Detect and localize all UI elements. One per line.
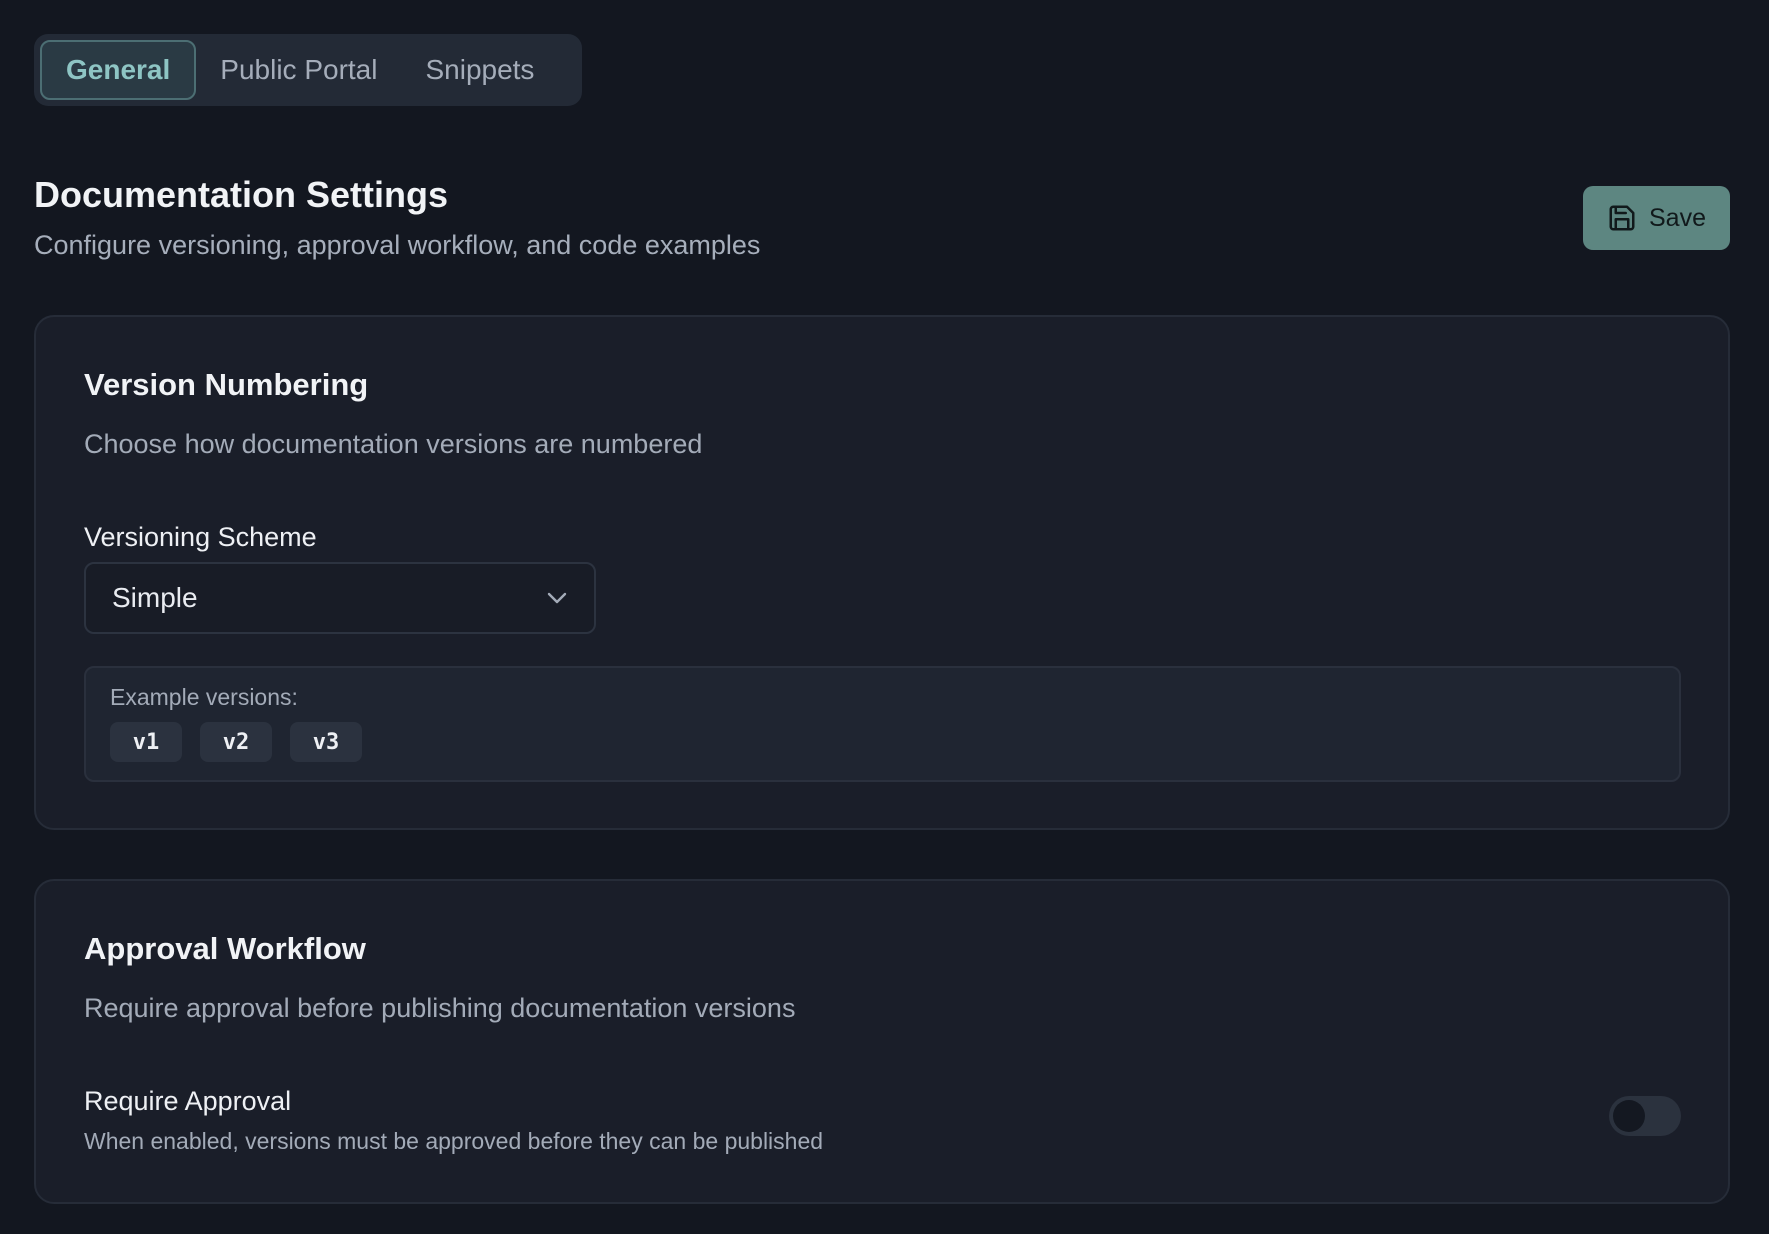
approval-workflow-card: Approval Workflow Require approval befor… [34, 879, 1730, 1204]
page-subtitle: Configure versioning, approval workflow,… [34, 230, 761, 260]
version-badge: v3 [290, 722, 362, 762]
tab-general[interactable]: General [40, 40, 197, 100]
toggle-knob [1613, 1100, 1645, 1132]
approval-workflow-title: Approval Workflow [84, 931, 366, 966]
tab-public-portal[interactable]: Public Portal [196, 40, 401, 100]
example-versions-list: v1 v2 v3 [110, 722, 362, 762]
save-button[interactable]: Save [1583, 186, 1730, 250]
version-numbering-title: Version Numbering [84, 367, 369, 402]
require-approval-hint: When enabled, versions must be approved … [84, 1128, 824, 1154]
page-title: Documentation Settings [34, 174, 449, 215]
save-button-label: Save [1649, 203, 1706, 232]
chevron-down-icon [546, 591, 568, 605]
tab-snippets[interactable]: Snippets [401, 40, 558, 100]
versioning-scheme-label: Versioning Scheme [84, 522, 317, 552]
versioning-scheme-value: Simple [112, 582, 198, 613]
version-numbering-card: Version Numbering Choose how documentati… [34, 315, 1730, 830]
example-versions-panel: Example versions: v1 v2 v3 [84, 666, 1681, 782]
example-versions-label: Example versions: [110, 684, 298, 710]
version-badge: v1 [110, 722, 182, 762]
require-approval-toggle[interactable] [1609, 1096, 1681, 1136]
versioning-scheme-select[interactable]: Simple [84, 562, 596, 634]
save-icon [1607, 203, 1637, 233]
version-badge: v2 [200, 722, 272, 762]
approval-workflow-description: Require approval before publishing docum… [84, 993, 796, 1023]
require-approval-label: Require Approval [84, 1086, 292, 1116]
tab-bar: General Public Portal Snippets [34, 34, 582, 106]
version-numbering-description: Choose how documentation versions are nu… [84, 429, 703, 459]
